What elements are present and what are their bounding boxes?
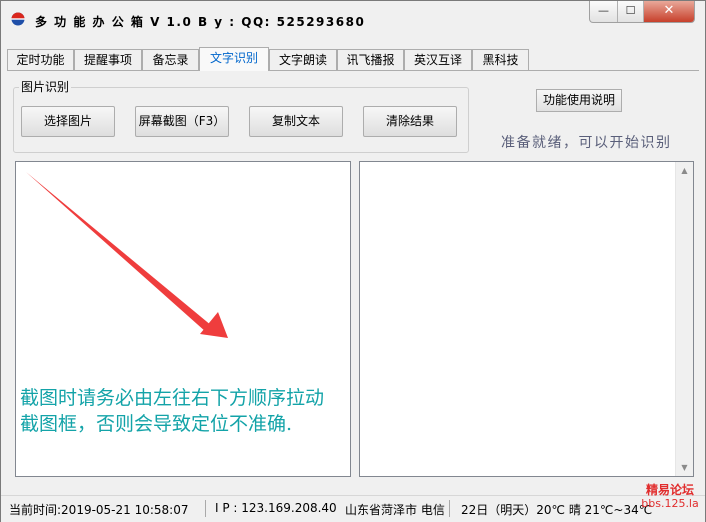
tab-scheduled[interactable]: 定时功能 <box>7 49 74 70</box>
tab-black-tech[interactable]: 黑科技 <box>472 49 529 70</box>
watermark: 精易论坛 bbs.125.la <box>635 483 705 511</box>
group-label: 图片识别 <box>19 78 72 95</box>
tab-xunfei-broadcast[interactable]: 讯飞播报 <box>337 49 404 70</box>
select-image-button[interactable]: 选择图片 <box>21 106 115 137</box>
clear-result-button[interactable]: 清除结果 <box>363 106 457 137</box>
tab-reminders[interactable]: 提醒事项 <box>74 49 142 70</box>
image-preview[interactable]: 截图时请务必由左往右下方顺序拉动 截图框，否则会导致定位不准确. <box>15 161 351 477</box>
window-title: 多 功 能 办 公 箱 V 1.0 B y : QQ: 525293680 <box>35 15 366 29</box>
weather: 22日（明天）20℃ 晴 21℃~34℃ <box>461 503 653 517</box>
minimize-button[interactable]: — <box>590 1 618 22</box>
status-message: 准备就绪，可以开始识别 <box>501 135 672 151</box>
tab-divider <box>7 70 699 71</box>
ip-address: I P : 123.169.208.40 <box>215 501 337 515</box>
tab-memo[interactable]: 备忘录 <box>142 49 199 70</box>
vertical-scrollbar[interactable]: ▲ ▼ <box>675 162 693 476</box>
current-time: 当前时间:2019-05-21 10:58:07 <box>9 503 189 517</box>
tab-ocr[interactable]: 文字识别 <box>199 47 269 71</box>
close-button[interactable]: ✕ <box>644 1 694 22</box>
watermark-domain: bbs.125.la <box>641 497 699 510</box>
hint-line-1: 截图时请务必由左往右下方顺序拉动 <box>20 387 325 409</box>
status-bar: 当前时间:2019-05-21 10:58:07 I P : 123.169.2… <box>1 495 705 522</box>
app-logo-icon <box>11 12 25 26</box>
screenshot-hint: 截图时请务必由左往右下方顺序拉动 截图框，否则会导致定位不准确. <box>20 385 324 437</box>
arrow-icon <box>26 172 228 338</box>
window-controls: — ☐ ✕ <box>589 1 695 23</box>
scroll-down-icon[interactable]: ▼ <box>676 459 693 476</box>
watermark-name: 精易论坛 <box>645 483 694 497</box>
copy-text-button[interactable]: 复制文本 <box>249 106 343 137</box>
location: 山东省菏泽市 电信 <box>345 503 445 517</box>
app-window: 多 功 能 办 公 箱 V 1.0 B y : QQ: 525293680 — … <box>0 0 706 522</box>
tab-translate[interactable]: 英汉互译 <box>404 49 472 70</box>
maximize-button[interactable]: ☐ <box>618 1 644 22</box>
status-divider <box>449 500 450 517</box>
scroll-up-icon[interactable]: ▲ <box>676 162 693 179</box>
tab-text-to-speech[interactable]: 文字朗读 <box>269 49 337 70</box>
status-divider <box>205 500 206 517</box>
hint-line-2: 截图框，否则会导致定位不准确. <box>20 413 293 435</box>
screenshot-button[interactable]: 屏幕截图（F3） <box>135 106 229 137</box>
title-bar[interactable]: 多 功 能 办 公 箱 V 1.0 B y : QQ: 525293680 — … <box>1 1 705 41</box>
result-textarea[interactable]: ▲ ▼ <box>359 161 694 477</box>
help-button[interactable]: 功能使用说明 <box>536 89 622 112</box>
